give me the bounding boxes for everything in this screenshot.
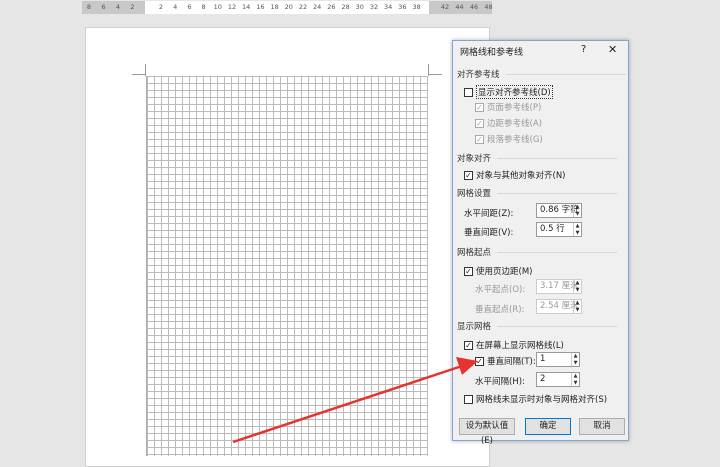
- annotation-arrow: [232, 357, 478, 444]
